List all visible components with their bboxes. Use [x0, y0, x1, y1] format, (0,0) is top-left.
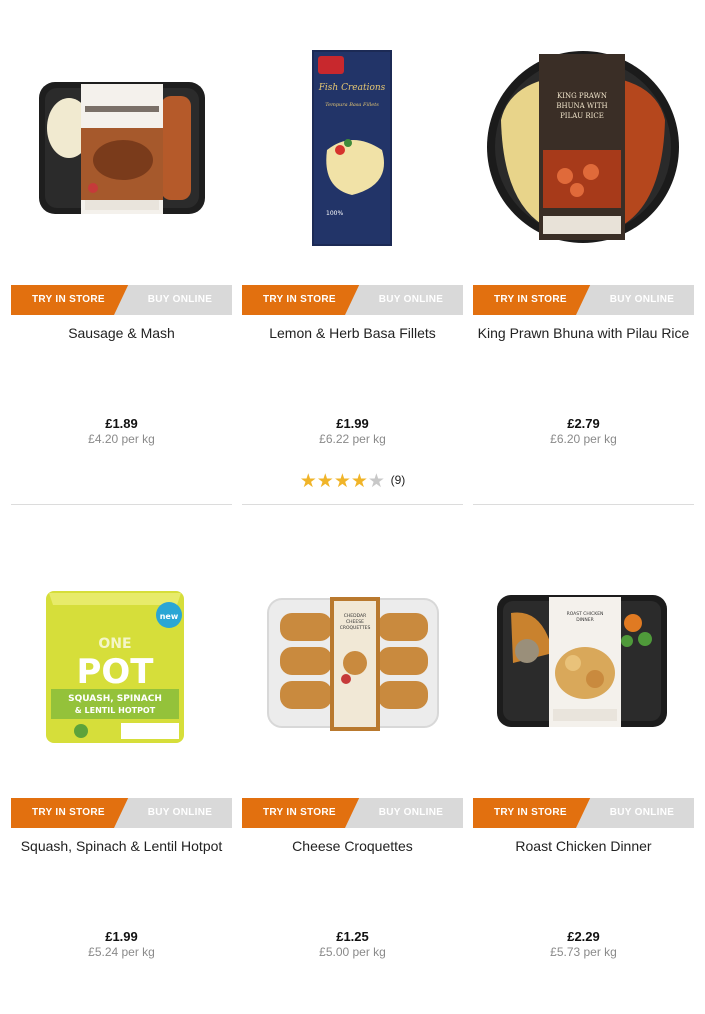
buy-online-button[interactable]: BUY ONLINE: [576, 285, 694, 315]
svg-text:100%: 100%: [326, 210, 343, 217]
unit-price: £6.20 per kg: [550, 432, 617, 446]
try-in-store-button[interactable]: TRY IN STORE: [242, 285, 360, 315]
product-image[interactable]: Fish Creations Tempura Basa Fillets 100%: [242, 0, 463, 260]
product-name[interactable]: Sausage & Mash: [11, 325, 232, 341]
product-image[interactable]: ROAST CHICKEN DINNER: [473, 513, 694, 773]
unit-price: £4.20 per kg: [88, 432, 155, 446]
prawn-bhuna-image: KING PRAWN BHUNA WITH PILAU RICE: [487, 51, 679, 243]
svg-text:POT: POT: [76, 652, 154, 692]
row-divider: [242, 504, 463, 505]
try-in-store-button[interactable]: TRY IN STORE: [11, 798, 129, 828]
svg-text:Fish Creations: Fish Creations: [318, 83, 386, 93]
star-icon: ★: [350, 471, 368, 492]
review-count: (9): [390, 473, 406, 487]
svg-text:& LENTIL HOTPOT: & LENTIL HOTPOT: [75, 706, 156, 715]
product-name[interactable]: Roast Chicken Dinner: [473, 838, 694, 854]
product-image[interactable]: KING PRAWN BHUNA WITH PILAU RICE: [473, 0, 694, 260]
svg-text:DINNER: DINNER: [576, 617, 594, 623]
row-divider: [11, 504, 232, 505]
product-rating[interactable]: ★★★★★ (9): [242, 470, 463, 493]
star-icon: ★: [299, 471, 317, 492]
product-image[interactable]: CHEDDAR CHEESE CROQUETTES: [242, 513, 463, 773]
unit-price: £5.24 per kg: [88, 945, 155, 959]
svg-text:CHEESE: CHEESE: [346, 619, 364, 625]
svg-text:BHUNA WITH: BHUNA WITH: [556, 102, 607, 110]
star-icon: ★: [367, 471, 385, 492]
svg-text:CHEDDAR: CHEDDAR: [344, 613, 366, 619]
star-icon: ★: [333, 471, 351, 492]
buy-online-button[interactable]: BUY ONLINE: [114, 798, 232, 828]
svg-text:PILAU RICE: PILAU RICE: [560, 112, 604, 120]
try-in-store-button[interactable]: TRY IN STORE: [242, 798, 360, 828]
svg-text:ONE: ONE: [98, 636, 131, 652]
product-price: £1.99: [336, 416, 369, 431]
product-price: £2.29: [567, 929, 600, 944]
product-name[interactable]: King Prawn Bhuna with Pilau Rice: [473, 325, 694, 341]
product-name[interactable]: Squash, Spinach & Lentil Hotpot: [11, 838, 232, 854]
try-in-store-button[interactable]: TRY IN STORE: [473, 285, 591, 315]
product-price: £1.99: [105, 929, 138, 944]
croquettes-image: CHEDDAR CHEESE CROQUETTES: [267, 597, 439, 731]
svg-text:new: new: [160, 612, 179, 621]
buy-online-button[interactable]: BUY ONLINE: [345, 285, 463, 315]
product-name[interactable]: Cheese Croquettes: [242, 838, 463, 854]
svg-text:ROAST CHICKEN: ROAST CHICKEN: [567, 611, 604, 617]
sausage-mash-image: [39, 82, 205, 214]
svg-text:KING PRAWN: KING PRAWN: [557, 92, 607, 100]
product-price: £1.89: [105, 416, 138, 431]
buy-online-button[interactable]: BUY ONLINE: [114, 285, 232, 315]
product-price: £1.25: [336, 929, 369, 944]
star-icon: ★: [316, 471, 334, 492]
product-name[interactable]: Lemon & Herb Basa Fillets: [242, 325, 463, 341]
buy-online-button[interactable]: BUY ONLINE: [576, 798, 694, 828]
roast-dinner-image: ROAST CHICKEN DINNER: [497, 595, 667, 727]
row-divider: [473, 504, 694, 505]
product-image[interactable]: [11, 0, 232, 260]
product-image[interactable]: new ONE POT SQUASH, SPINACH & LENTIL HOT…: [11, 513, 232, 773]
one-pot-image: new ONE POT SQUASH, SPINACH & LENTIL HOT…: [46, 591, 184, 743]
unit-price: £5.00 per kg: [319, 945, 386, 959]
product-price: £2.79: [567, 416, 600, 431]
try-in-store-button[interactable]: TRY IN STORE: [11, 285, 129, 315]
buy-online-button[interactable]: BUY ONLINE: [345, 798, 463, 828]
try-in-store-button[interactable]: TRY IN STORE: [473, 798, 591, 828]
svg-text:Tempura Basa Fillets: Tempura Basa Fillets: [325, 102, 379, 108]
basa-fillets-image: Fish Creations Tempura Basa Fillets 100%: [312, 50, 392, 246]
unit-price: £6.22 per kg: [319, 432, 386, 446]
unit-price: £5.73 per kg: [550, 945, 617, 959]
svg-text:CROQUETTES: CROQUETTES: [340, 625, 371, 631]
svg-text:SQUASH, SPINACH: SQUASH, SPINACH: [68, 694, 162, 704]
